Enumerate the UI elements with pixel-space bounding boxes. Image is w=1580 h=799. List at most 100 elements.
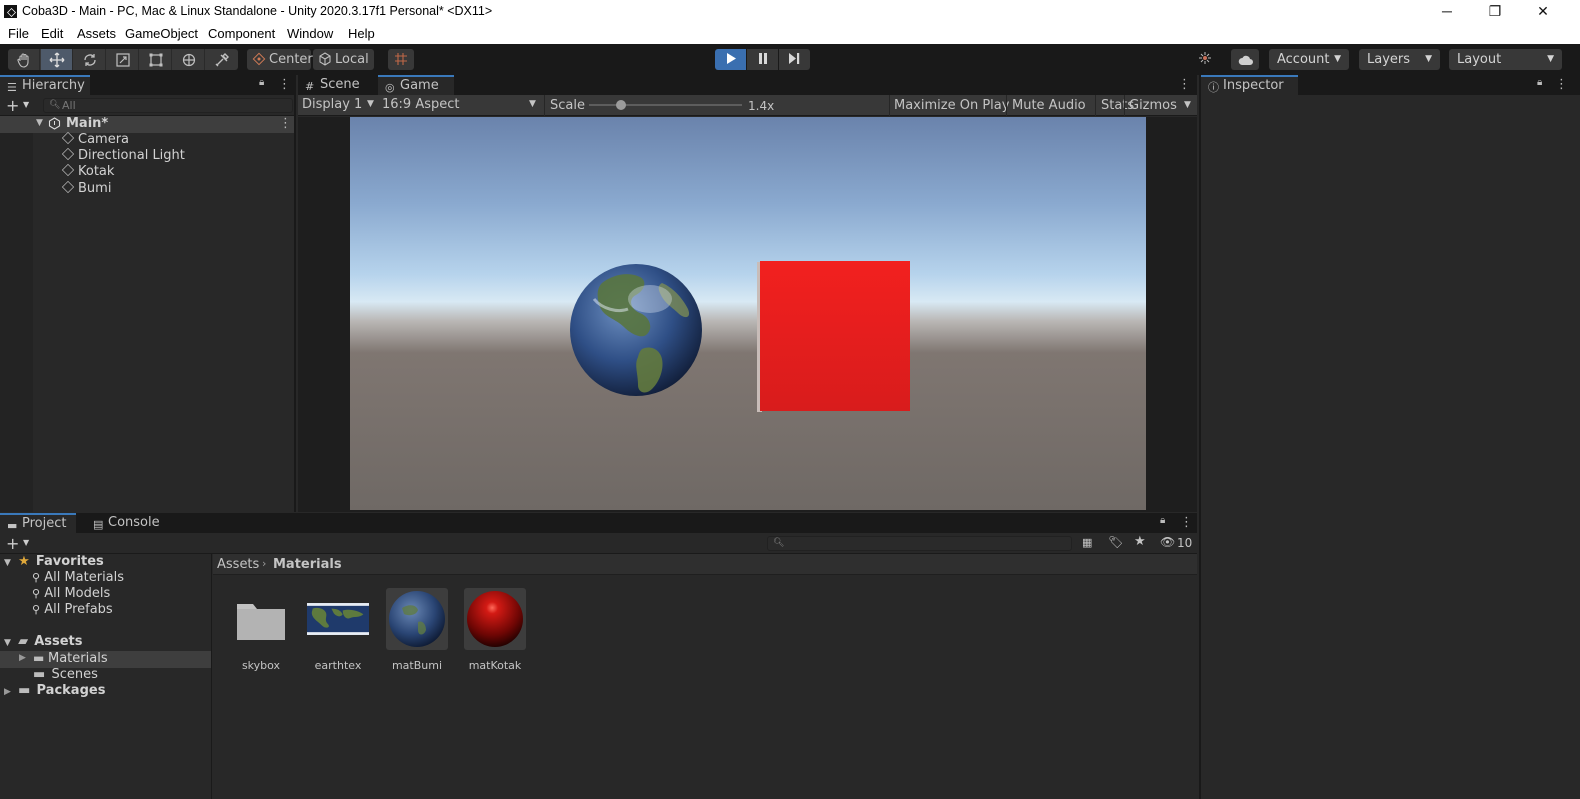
hierarchy-item[interactable]: Directional Light [61,147,185,164]
cloud-button[interactable] [1231,49,1259,70]
grid-snap-button[interactable] [388,49,414,70]
menu-gameobject[interactable]: GameObject [125,26,198,41]
add-icon[interactable]: + [6,96,19,115]
search-icon: ⚲ [32,587,41,600]
hand-tool-icon[interactable] [8,49,40,70]
asset-item[interactable]: matKotak [464,588,526,672]
mute-audio-toggle[interactable]: Mute Audio [1012,98,1086,113]
move-tool-icon[interactable] [41,49,73,70]
gizmos-toggle[interactable]: Gizmos [1129,98,1177,113]
maximize-button[interactable]: ❐ [1472,0,1518,23]
add-icon[interactable]: + [6,534,19,553]
pivot-mode-toggle[interactable]: Center [247,49,313,70]
tab-game[interactable]: ◎ Game [378,75,454,95]
play-icon [726,52,736,67]
tab-inspector[interactable]: ⓘ Inspector [1201,75,1298,95]
more-options-icon[interactable]: ⋮ [1180,515,1193,530]
rotate-tool-icon[interactable] [74,49,106,70]
hierarchy-item-label: Kotak [78,164,115,179]
favorite-star-icon[interactable]: ★ [1134,534,1146,549]
hierarchy-item[interactable]: Camera [61,131,129,148]
more-options-icon[interactable]: ⋮ [1555,77,1568,92]
folder-row-selected[interactable]: ▶ ▬ Materials [0,651,211,668]
menu-assets[interactable]: Assets [77,26,116,41]
chevron-down-icon[interactable]: ▼ [23,100,29,109]
layout-dropdown[interactable]: Layout ▼ [1449,49,1562,70]
favorite-item[interactable]: ⚲ All Materials [32,570,124,586]
hidden-eye-icon[interactable]: 👁︎ [1160,535,1175,549]
filter-type-icon[interactable]: ▦ [1082,536,1092,549]
asset-label: earthtex [314,659,362,672]
assets-node[interactable]: ▼ ▰ Assets [4,634,83,650]
lock-icon[interactable]: 🔒︎ [1537,77,1542,88]
window-title: Coba3D - Main - PC, Mac & Linux Standalo… [22,4,493,18]
material-red-thumbnail-icon [464,588,526,650]
asset-item[interactable]: skybox [230,588,292,672]
assets-label: Assets [34,634,83,649]
tab-scene[interactable]: # Scene [298,75,378,95]
layers-dropdown[interactable]: Layers ▼ [1359,49,1440,70]
pivot-rotation-label: Local [335,52,369,67]
breadcrumb-assets[interactable]: Assets [217,557,259,572]
expand-arrow-icon[interactable]: ▶ [19,653,26,663]
filter-label-icon[interactable]: 🏷︎ [1108,535,1123,549]
divider [544,95,545,116]
favorites-node[interactable]: ▼ ★ Favorites [4,554,104,570]
project-tabbar: ▬ Project ▤ Console 🔒︎ ⋮ [0,513,1197,533]
tab-hierarchy[interactable]: ☰ Hierarchy [0,75,90,95]
close-button[interactable]: ✕ [1520,0,1566,23]
transform-tool-icon[interactable] [173,49,205,70]
custom-tool-icon[interactable] [206,49,238,70]
tab-scene-label: Scene [320,77,360,92]
menu-edit[interactable]: Edit [41,26,63,41]
packages-node[interactable]: ▶ ▬ Packages [4,683,105,699]
scene-row[interactable]: ▼ Main* ⋮ [0,116,294,133]
scale-slider-track[interactable] [589,100,742,110]
asset-item[interactable]: matBumi [386,588,448,672]
breadcrumb-materials[interactable]: Materials [273,557,342,572]
chevron-down-icon[interactable]: ▼ [1184,100,1191,110]
star-icon: ★ [18,554,30,569]
collab-button[interactable] [1192,49,1218,70]
asset-item[interactable]: earthtex [307,588,369,672]
scale-tool-icon[interactable] [107,49,139,70]
lock-icon[interactable]: 🔒︎ [1160,515,1165,526]
expand-arrow-icon[interactable]: ▼ [36,118,43,128]
minimize-button[interactable]: ─ [1424,0,1470,23]
pause-button[interactable] [747,49,778,70]
play-button[interactable] [715,49,746,70]
aspect-dropdown[interactable]: 16:9 Aspect ▼ [380,95,542,116]
tab-project[interactable]: ▬ Project [0,513,76,533]
project-search-input[interactable]: 🔍︎ [767,536,1072,551]
menu-window[interactable]: Window [287,26,333,41]
hierarchy-item[interactable]: Bumi [61,180,111,197]
expand-arrow-icon: ▼ [4,558,11,568]
lock-icon[interactable]: 🔒︎ [259,77,264,88]
hierarchy-item[interactable]: Kotak [61,163,115,180]
favorite-item[interactable]: ⚲ All Models [32,586,110,602]
more-options-icon[interactable]: ⋮ [278,77,291,92]
game-view-render[interactable] [350,117,1146,510]
layers-label: Layers [1367,52,1411,67]
menu-file[interactable]: File [8,26,29,41]
scale-slider-thumb[interactable] [616,100,627,110]
favorite-item[interactable]: ⚲ All Prefabs [32,602,113,618]
pivot-rotation-toggle[interactable]: Local [313,49,374,70]
chevron-down-icon[interactable]: ▼ [23,538,29,547]
divider [889,95,890,116]
rect-tool-icon[interactable] [140,49,172,70]
more-options-icon[interactable]: ⋮ [1178,77,1191,92]
maximize-on-play-toggle[interactable]: Maximize On Play [894,98,1009,113]
menu-help[interactable]: Help [348,26,375,41]
unity-logo-icon [4,5,17,18]
tab-console[interactable]: ▤ Console [86,513,168,533]
account-dropdown[interactable]: Account ▼ [1269,49,1349,70]
folder-row[interactable]: ▬ Scenes [33,667,98,683]
menu-component[interactable]: Component [208,26,275,41]
display-dropdown[interactable]: Display 1 ▼ [298,95,378,116]
hidden-count: 10 [1177,536,1193,550]
inspector-tabbar: ⓘ Inspector 🔒︎ ⋮ [1201,75,1580,95]
hierarchy-search-input[interactable]: 🔍︎ All [43,98,293,113]
scene-more-icon[interactable]: ⋮ [279,116,292,131]
step-button[interactable] [779,49,810,70]
